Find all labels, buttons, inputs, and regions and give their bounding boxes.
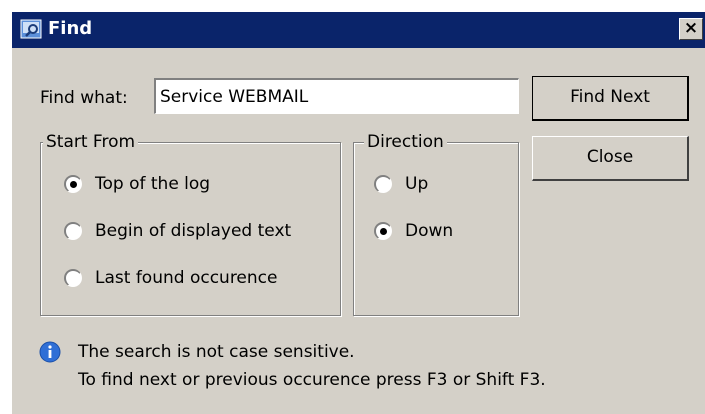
find-what-label: Find what:: [40, 88, 128, 108]
radio-top-of-log[interactable]: Top of the log: [64, 174, 334, 196]
find-dialog: Find × Find what: Find Next Close Start …: [12, 12, 705, 414]
radio-label: Down: [405, 221, 454, 241]
close-window-button[interactable]: ×: [679, 18, 703, 40]
close-button[interactable]: Close: [532, 136, 689, 181]
radio-button-checked[interactable]: [64, 175, 82, 193]
radio-last-found[interactable]: Last found occurence: [64, 268, 334, 290]
dialog-title: Find: [48, 18, 93, 39]
radio-label: Top of the log: [95, 174, 211, 194]
info-icon: [39, 341, 61, 363]
title-bar[interactable]: Find ×: [12, 12, 705, 48]
radio-up[interactable]: Up: [374, 174, 504, 196]
radio-button[interactable]: [64, 222, 82, 240]
radio-begin-displayed-text[interactable]: Begin of displayed text: [64, 221, 334, 243]
radio-button[interactable]: [64, 269, 82, 287]
radio-button[interactable]: [374, 175, 392, 193]
radio-label: Up: [405, 174, 429, 194]
find-next-button[interactable]: Find Next: [532, 76, 689, 121]
info-text-line-2: To find next or previous occurence press…: [78, 370, 546, 390]
radio-label: Begin of displayed text: [95, 221, 292, 241]
find-what-input[interactable]: [154, 78, 519, 114]
info-text-line-1: The search is not case sensitive.: [78, 342, 355, 362]
start-from-legend: Start From: [43, 132, 139, 152]
radio-down[interactable]: Down: [374, 221, 504, 243]
find-icon: [20, 19, 42, 39]
radio-button-checked[interactable]: [374, 222, 392, 240]
direction-legend: Direction: [364, 132, 447, 152]
radio-label: Last found occurence: [95, 268, 278, 288]
